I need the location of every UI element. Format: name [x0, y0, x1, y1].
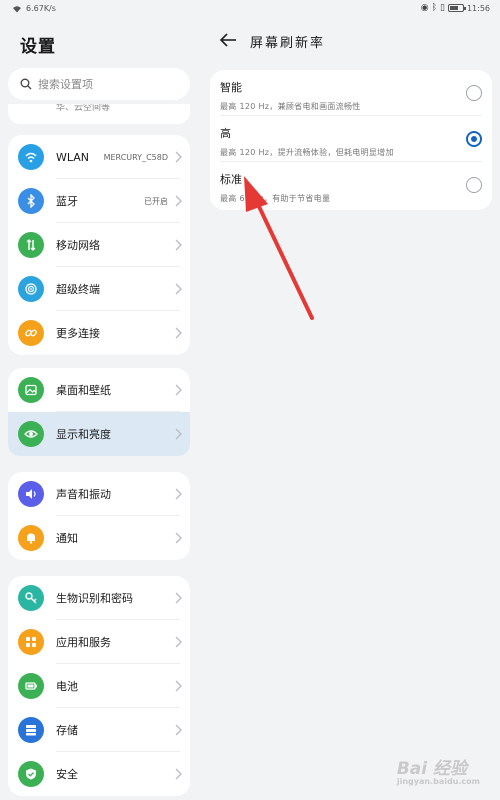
chevron-right-icon: [175, 488, 182, 500]
refresh-option[interactable]: 高最高 120 Hz，提升流畅体验，但耗电明显增加: [210, 116, 492, 162]
chevron-right-icon: [175, 283, 182, 295]
account-card-partial[interactable]: 华、云空间等: [8, 104, 190, 124]
sidebar-item-value: 已开启: [144, 196, 168, 206]
sidebar-item-label: 存储: [56, 724, 78, 737]
settings-title: 设置: [20, 37, 56, 57]
chevron-right-icon: [175, 532, 182, 544]
sidebar-item-label: 应用和服务: [56, 636, 111, 649]
sidebar-item-label: 电池: [56, 680, 78, 693]
wifi-icon: [18, 144, 44, 170]
search-bar[interactable]: [8, 68, 190, 100]
chevron-right-icon: [175, 195, 182, 207]
network-speed: 6.67K/s: [26, 4, 56, 13]
refresh-rate-options: 智能最高 120 Hz，兼顾省电和画面流畅性高最高 120 Hz，提升流畅体验，…: [210, 70, 492, 210]
settings-panel: 设置 华、云空间等 WLAN MERCURY_C58D 蓝牙 已开启移动网络超级终端更…: [0, 20, 200, 800]
option-title: 高: [220, 127, 231, 140]
settings-group: WLAN MERCURY_C58D 蓝牙 已开启移动网络超级终端更多连接: [8, 135, 190, 355]
shield-icon: [18, 761, 44, 787]
watermark-sub: jingyan.baidu.com: [396, 777, 480, 786]
chevron-right-icon: [175, 327, 182, 339]
refresh-option[interactable]: 标准最高 60 Hz，有助于节省电量: [210, 162, 492, 208]
option-description: 最高 120 Hz，兼顾省电和画面流畅性: [220, 102, 361, 111]
option-title: 标准: [220, 173, 242, 186]
mobile-data-icon: [18, 232, 44, 258]
sidebar-item-super-device[interactable]: 超级终端: [8, 267, 190, 311]
radio-button[interactable]: [466, 131, 482, 147]
back-arrow-icon[interactable]: [218, 30, 238, 50]
search-icon: [20, 78, 32, 90]
wifi-status-icon: [13, 5, 21, 12]
sidebar-item-mobile-data[interactable]: 移动网络: [8, 223, 190, 267]
chevron-right-icon: [175, 680, 182, 692]
settings-group: 声音和振动 通知: [8, 472, 190, 560]
option-description: 最高 60 Hz，有助于节省电量: [220, 194, 331, 203]
sidebar-item-value: MERCURY_C58D: [103, 152, 168, 162]
sidebar-item-key[interactable]: 生物识别和密码: [8, 576, 190, 620]
sidebar-item-label: 移动网络: [56, 239, 100, 252]
sidebar-item-label: 桌面和壁纸: [56, 384, 111, 397]
sidebar-item-eye[interactable]: 显示和亮度: [8, 412, 190, 456]
chevron-right-icon: [175, 384, 182, 396]
battery-status-icon: [447, 4, 466, 12]
sidebar-item-label: WLAN: [56, 150, 90, 164]
sidebar-item-apps[interactable]: 应用和服务: [8, 620, 190, 664]
sidebar-item-label: 更多连接: [56, 327, 100, 340]
chevron-right-icon: [175, 724, 182, 736]
sidebar-item-storage[interactable]: 存储: [8, 708, 190, 752]
apps-icon: [18, 629, 44, 655]
sidebar-item-label: 安全: [56, 768, 78, 781]
radio-button[interactable]: [466, 177, 482, 193]
search-input[interactable]: [38, 77, 178, 91]
sidebar-item-label: 显示和亮度: [56, 428, 111, 441]
eye-icon: [18, 421, 44, 447]
chevron-right-icon: [175, 428, 182, 440]
chevron-right-icon: [175, 151, 182, 163]
settings-group: 生物识别和密码 应用和服务电池存储安全: [8, 576, 190, 796]
refresh-rate-panel: 屏幕刷新率 智能最高 120 Hz，兼顾省电和画面流畅性高最高 120 Hz，提…: [200, 20, 500, 800]
chevron-right-icon: [175, 768, 182, 780]
radio-button[interactable]: [466, 85, 482, 101]
watermark: Bai 经验 jingyan.baidu.com: [397, 754, 480, 786]
bluetooth-status-icon: ᛒ: [431, 3, 437, 13]
sidebar-item-battery[interactable]: 电池: [8, 664, 190, 708]
storage-icon: [18, 717, 44, 743]
vibrate-icon: ▯: [439, 3, 445, 13]
sidebar-item-shield[interactable]: 安全: [8, 752, 190, 796]
sidebar-item-bell[interactable]: 通知: [8, 516, 190, 560]
sidebar-item-label: 超级终端: [56, 283, 100, 296]
link-icon: [18, 320, 44, 346]
eye-comfort-icon: ◉: [420, 3, 429, 13]
sidebar-item-wallpaper[interactable]: 桌面和壁纸: [8, 368, 190, 412]
sidebar-item-link[interactable]: 更多连接: [8, 311, 190, 355]
watermark-brand: Bai 经验: [396, 759, 468, 779]
sound-icon: [18, 481, 44, 507]
chevron-right-icon: [175, 636, 182, 648]
sidebar-item-wifi[interactable]: WLAN MERCURY_C58D: [8, 135, 190, 179]
clock: 11:56: [466, 3, 490, 13]
status-bar: 6.67K/s ◉ ᛒ ▯ 11:56: [0, 0, 500, 20]
battery-icon: [18, 673, 44, 699]
option-description: 最高 120 Hz，提升流畅体验，但耗电明显增加: [220, 148, 394, 157]
account-partial-text: 华、云空间等: [56, 104, 111, 113]
chevron-right-icon: [175, 592, 182, 604]
sidebar-item-label: 蓝牙: [56, 195, 78, 208]
chevron-right-icon: [175, 239, 182, 251]
refresh-option[interactable]: 智能最高 120 Hz，兼顾省电和画面流畅性: [210, 70, 492, 116]
bluetooth-icon: [18, 188, 44, 214]
option-title: 智能: [220, 81, 242, 94]
settings-group: 桌面和壁纸显示和亮度: [8, 368, 190, 456]
sidebar-item-sound[interactable]: 声音和振动: [8, 472, 190, 516]
bell-icon: [18, 525, 44, 551]
page-title: 屏幕刷新率: [250, 36, 326, 51]
super-device-icon: [18, 276, 44, 302]
sidebar-item-label: 声音和振动: [56, 488, 111, 501]
sidebar-item-bluetooth[interactable]: 蓝牙 已开启: [8, 179, 190, 223]
wallpaper-icon: [18, 377, 44, 403]
sidebar-item-label: 生物识别和密码: [56, 592, 133, 605]
key-icon: [18, 585, 44, 611]
sidebar-item-label: 通知: [56, 532, 78, 545]
